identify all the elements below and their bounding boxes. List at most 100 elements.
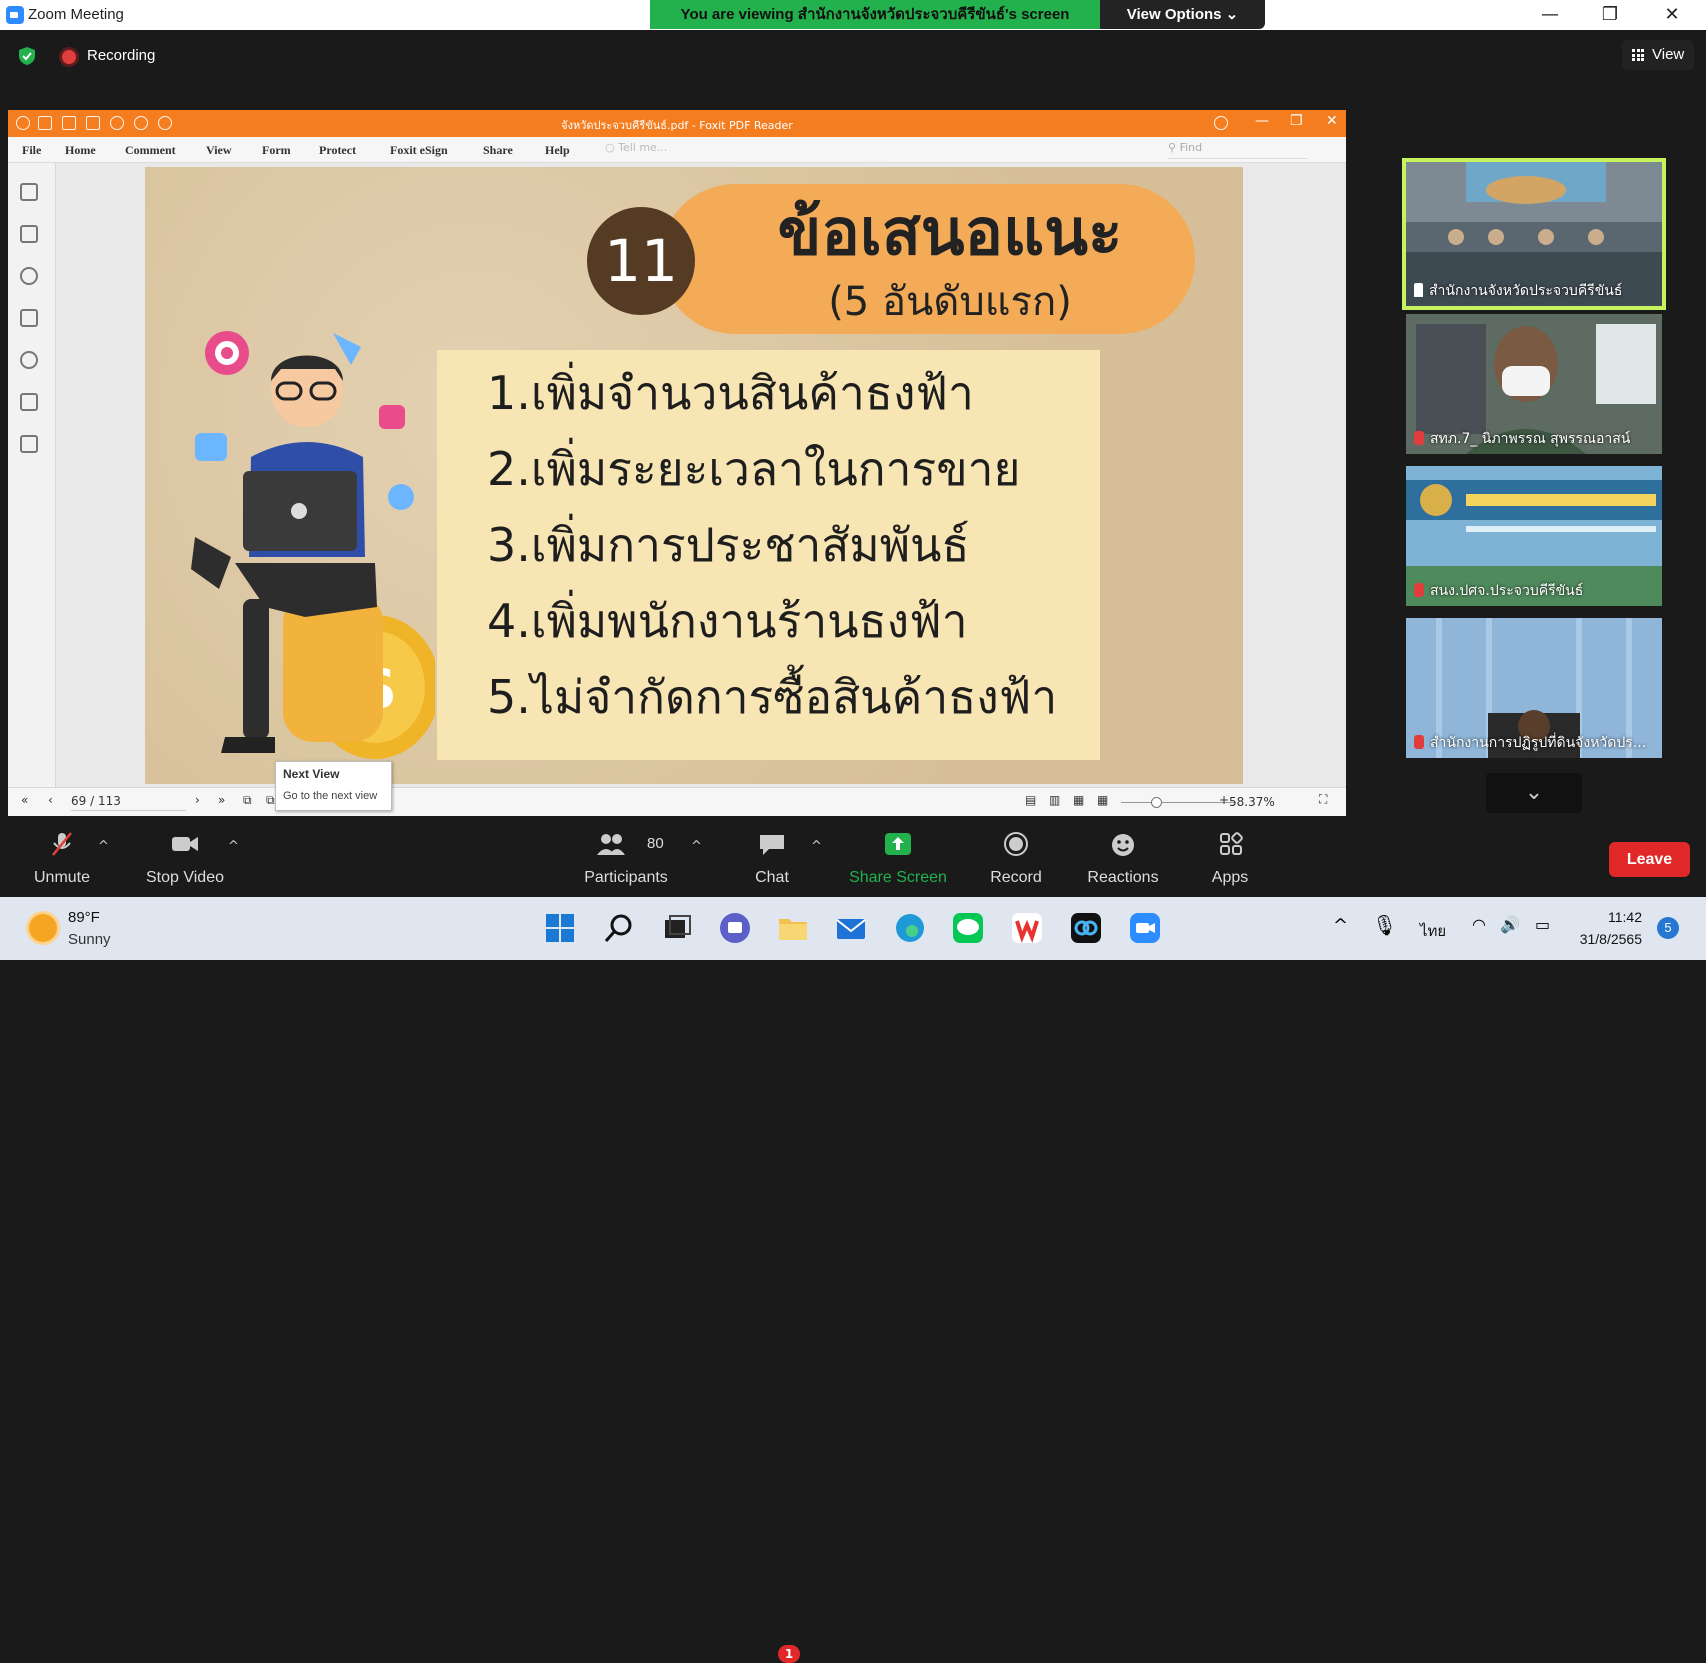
zoom-level[interactable]: 58.37% xyxy=(1229,795,1275,809)
shield-icon[interactable] xyxy=(18,46,36,66)
pages-icon[interactable] xyxy=(20,225,38,243)
attachment-icon[interactable] xyxy=(20,351,38,369)
task-view-icon[interactable] xyxy=(660,911,694,945)
line-app-icon[interactable] xyxy=(951,911,985,945)
wps-office-icon[interactable] xyxy=(1010,911,1044,945)
first-page-button[interactable]: « xyxy=(21,793,28,807)
lock-icon[interactable] xyxy=(20,393,38,411)
foxit-restore-button[interactable]: ❐ xyxy=(1290,113,1303,129)
chat-options-caret[interactable]: ^ xyxy=(811,839,822,854)
slide-page: 11 ข้อเสนอแนะ (5 อันดับแรก) $ 1.เพิ่มจำน… xyxy=(145,167,1243,784)
chat-button[interactable]: Chat xyxy=(732,817,812,897)
record-button[interactable]: Record xyxy=(976,817,1056,897)
zoom-in-icon[interactable]: + xyxy=(1219,793,1229,807)
share-screen-button[interactable]: Share Screen xyxy=(845,817,951,897)
participant-tile[interactable]: สำนักงานการปฏิรูปที่ดินจังหวัดปร... xyxy=(1406,618,1662,758)
notification-badge[interactable]: 5 xyxy=(1657,917,1679,939)
chevron-down-icon[interactable]: ⌄ xyxy=(1486,773,1582,813)
audio-options-caret[interactable]: ^ xyxy=(98,839,109,854)
view-label: View xyxy=(1652,46,1685,63)
continuous-page-icon[interactable]: ▥ xyxy=(1049,793,1060,807)
previous-view-icon[interactable]: ⧉ xyxy=(243,793,252,808)
view-button[interactable]: View xyxy=(1622,40,1694,70)
next-view-tooltip: Next View Go to the next view xyxy=(275,761,392,811)
participants-button[interactable]: 80 Participants xyxy=(574,817,678,897)
unmute-label: Unmute xyxy=(33,869,91,886)
microphone-icon[interactable]: 🎙 xyxy=(1372,913,1397,937)
reactions-label: Reactions xyxy=(1087,869,1159,886)
file-explorer-icon[interactable] xyxy=(776,911,810,945)
clock-time[interactable]: 11:42 xyxy=(1578,909,1642,925)
participants-options-caret[interactable]: ^ xyxy=(691,839,702,854)
maximize-button[interactable]: ❐ xyxy=(1590,2,1630,28)
last-page-button[interactable]: » xyxy=(218,793,225,807)
tell-me-search[interactable]: ○ Tell me... xyxy=(605,141,695,159)
comments-icon[interactable] xyxy=(20,267,38,285)
participant-tile[interactable]: สทภ.7_ นิภาพรรณ สุพรรณอาสน์ xyxy=(1406,314,1662,454)
menu-comment[interactable]: Comment xyxy=(125,143,176,158)
foxit-title-bar: จังหวัดประจวบคีรีขันธ์.pdf - Foxit PDF R… xyxy=(8,110,1346,137)
list-item: 4.เพิ่มพนักงานร้านธงฟ้า xyxy=(487,594,968,648)
signature-icon[interactable] xyxy=(20,435,38,453)
video-options-caret[interactable]: ^ xyxy=(228,839,239,854)
weather-temperature[interactable]: 89°F xyxy=(68,909,100,926)
view-options-button[interactable]: View Options ⌄ xyxy=(1100,0,1265,29)
weather-condition[interactable]: Sunny xyxy=(68,931,111,948)
menu-share[interactable]: Share xyxy=(483,143,513,158)
mail-icon[interactable] xyxy=(834,911,868,945)
menu-file[interactable]: File xyxy=(22,143,41,158)
volume-icon[interactable]: 🔊 xyxy=(1500,915,1520,934)
chevron-up-icon[interactable]: ^ xyxy=(1333,915,1348,936)
zoom-slider-handle[interactable] xyxy=(1151,797,1162,808)
fullscreen-icon[interactable]: ⛶ xyxy=(1319,792,1327,807)
participant-tile[interactable]: สนง.ปศจ.ประจวบคีรีขันธ์ xyxy=(1406,466,1662,606)
search-icon[interactable] xyxy=(602,911,636,945)
next-page-button[interactable]: › xyxy=(195,793,200,807)
layers-icon[interactable] xyxy=(20,309,38,327)
apps-label: Apps xyxy=(1211,869,1249,886)
screen-share-banner: You are viewing สำนักงานจังหวัดประจวบคีร… xyxy=(650,0,1100,29)
zoom-app-icon[interactable] xyxy=(1128,911,1162,945)
leave-button[interactable]: Leave xyxy=(1609,842,1690,877)
edge-browser-icon[interactable] xyxy=(893,911,927,945)
participant-tile[interactable]: สำนักงานจังหวัดประจวบคีรีขันธ์ xyxy=(1402,158,1666,310)
wifi-icon[interactable]: ◠ xyxy=(1472,915,1486,934)
participants-icon xyxy=(597,834,626,855)
single-page-icon[interactable]: ▤ xyxy=(1025,793,1036,807)
close-button[interactable]: ✕ xyxy=(1652,2,1692,28)
teams-chat-icon[interactable] xyxy=(718,911,752,945)
menu-view[interactable]: View xyxy=(206,143,232,158)
next-view-icon[interactable]: ⧉ xyxy=(266,793,275,808)
find-input[interactable]: ⚲ Find xyxy=(1168,141,1308,159)
bookmark-icon[interactable] xyxy=(20,183,38,201)
battery-icon[interactable]: ▭ xyxy=(1535,915,1550,934)
document-title: จังหวัดประจวบคีรีขันธ์.pdf - Foxit PDF R… xyxy=(561,119,793,132)
reactions-button[interactable]: Reactions xyxy=(1078,817,1168,897)
chat-label: Chat xyxy=(755,869,789,886)
continuous-facing-icon[interactable]: ▦ xyxy=(1097,793,1108,807)
sun-icon[interactable] xyxy=(29,914,57,942)
menu-protect[interactable]: Protect xyxy=(319,143,356,158)
apps-button[interactable]: Apps xyxy=(1190,817,1270,897)
stop-video-button[interactable]: Stop Video xyxy=(130,817,240,897)
menu-help[interactable]: Help xyxy=(545,143,570,158)
facing-page-icon[interactable]: ▦ xyxy=(1073,793,1084,807)
windows-taskbar: 89°F Sunny ^ 🎙 ไทย ◠ 🔊 ▭ 11:42 31/8/2565… xyxy=(0,897,1706,960)
foxit-close-button[interactable]: ✕ xyxy=(1326,113,1338,129)
menu-foxit-esign[interactable]: Foxit eSign xyxy=(390,143,448,158)
page-number-input[interactable]: 69 / 113 xyxy=(71,794,186,811)
clock-date[interactable]: 31/8/2565 xyxy=(1560,931,1642,947)
language-indicator[interactable]: ไทย xyxy=(1420,919,1446,943)
unmute-button[interactable]: Unmute xyxy=(20,817,104,897)
stop-video-label: Stop Video xyxy=(146,869,224,886)
prev-page-button[interactable]: ‹ xyxy=(48,793,53,807)
menu-home[interactable]: Home xyxy=(65,143,96,158)
menu-form[interactable]: Form xyxy=(262,143,291,158)
media-app-icon[interactable] xyxy=(1069,911,1103,945)
foxit-minimize-button[interactable]: — xyxy=(1255,113,1269,129)
slide-title: ข้อเสนอแนะ xyxy=(777,196,1123,270)
minimize-button[interactable]: — xyxy=(1530,2,1570,28)
account-icon[interactable] xyxy=(1214,116,1228,130)
start-icon[interactable] xyxy=(543,911,577,945)
tell-me-placeholder: Tell me... xyxy=(618,141,668,154)
